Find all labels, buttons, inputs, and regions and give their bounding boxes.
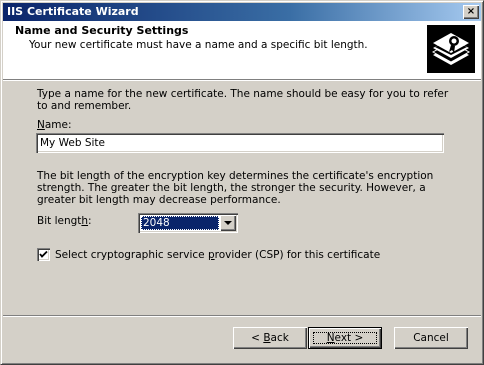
title-bar[interactable]: IIS Certificate Wizard × [3, 3, 481, 21]
name-label-mnemonic: N [37, 119, 45, 131]
bit-length-value[interactable]: 2048 [141, 216, 219, 230]
certificate-name-input[interactable]: My Web Site [36, 133, 444, 153]
wizard-window: IIS Certificate Wizard × Name and Securi… [0, 0, 484, 365]
bit-length-label-pre: Bit lengt [37, 215, 82, 227]
checkmark-icon [39, 250, 48, 258]
certificate-wizard-icon [427, 25, 475, 73]
csp-label-mnemonic: p [207, 249, 215, 261]
footer-divider-highlight [3, 316, 481, 317]
back-mnemonic: B [263, 332, 271, 344]
focus-rect [313, 332, 377, 344]
page-title: Name and Security Settings [15, 24, 189, 37]
chevron-down-icon[interactable] [220, 215, 236, 231]
header-divider-highlight [3, 80, 481, 81]
next-button[interactable]: Next > [308, 327, 382, 349]
bit-length-description: The bit length of the encryption key det… [37, 170, 434, 206]
csp-checkbox[interactable] [37, 248, 50, 261]
csp-label-post: rovider (CSP) for this certificate [214, 249, 381, 261]
back-prefix: < [251, 332, 264, 344]
close-icon: × [466, 6, 476, 17]
back-button[interactable]: < Back [233, 327, 307, 349]
intro-text: Type a name for the new certificate. The… [37, 88, 449, 112]
bit-length-select[interactable]: 2048 [138, 213, 238, 233]
cancel-button[interactable]: Cancel [394, 327, 468, 349]
wizard-header: Name and Security Settings Your new cert… [3, 21, 481, 79]
bit-length-label: Bit length: [37, 215, 92, 227]
back-rest: ack [270, 332, 289, 344]
name-label-rest: ame: [44, 119, 72, 131]
csp-label-pre: Select cryptographic service [55, 249, 208, 261]
close-button[interactable]: × [463, 5, 479, 19]
window-title: IIS Certificate Wizard [7, 5, 139, 18]
csp-checkbox-label[interactable]: Select cryptographic service provider (C… [55, 249, 380, 261]
bit-length-label-post: : [88, 215, 92, 227]
page-subtitle: Your new certificate must have a name an… [29, 39, 368, 51]
name-label: Name: [37, 119, 72, 131]
